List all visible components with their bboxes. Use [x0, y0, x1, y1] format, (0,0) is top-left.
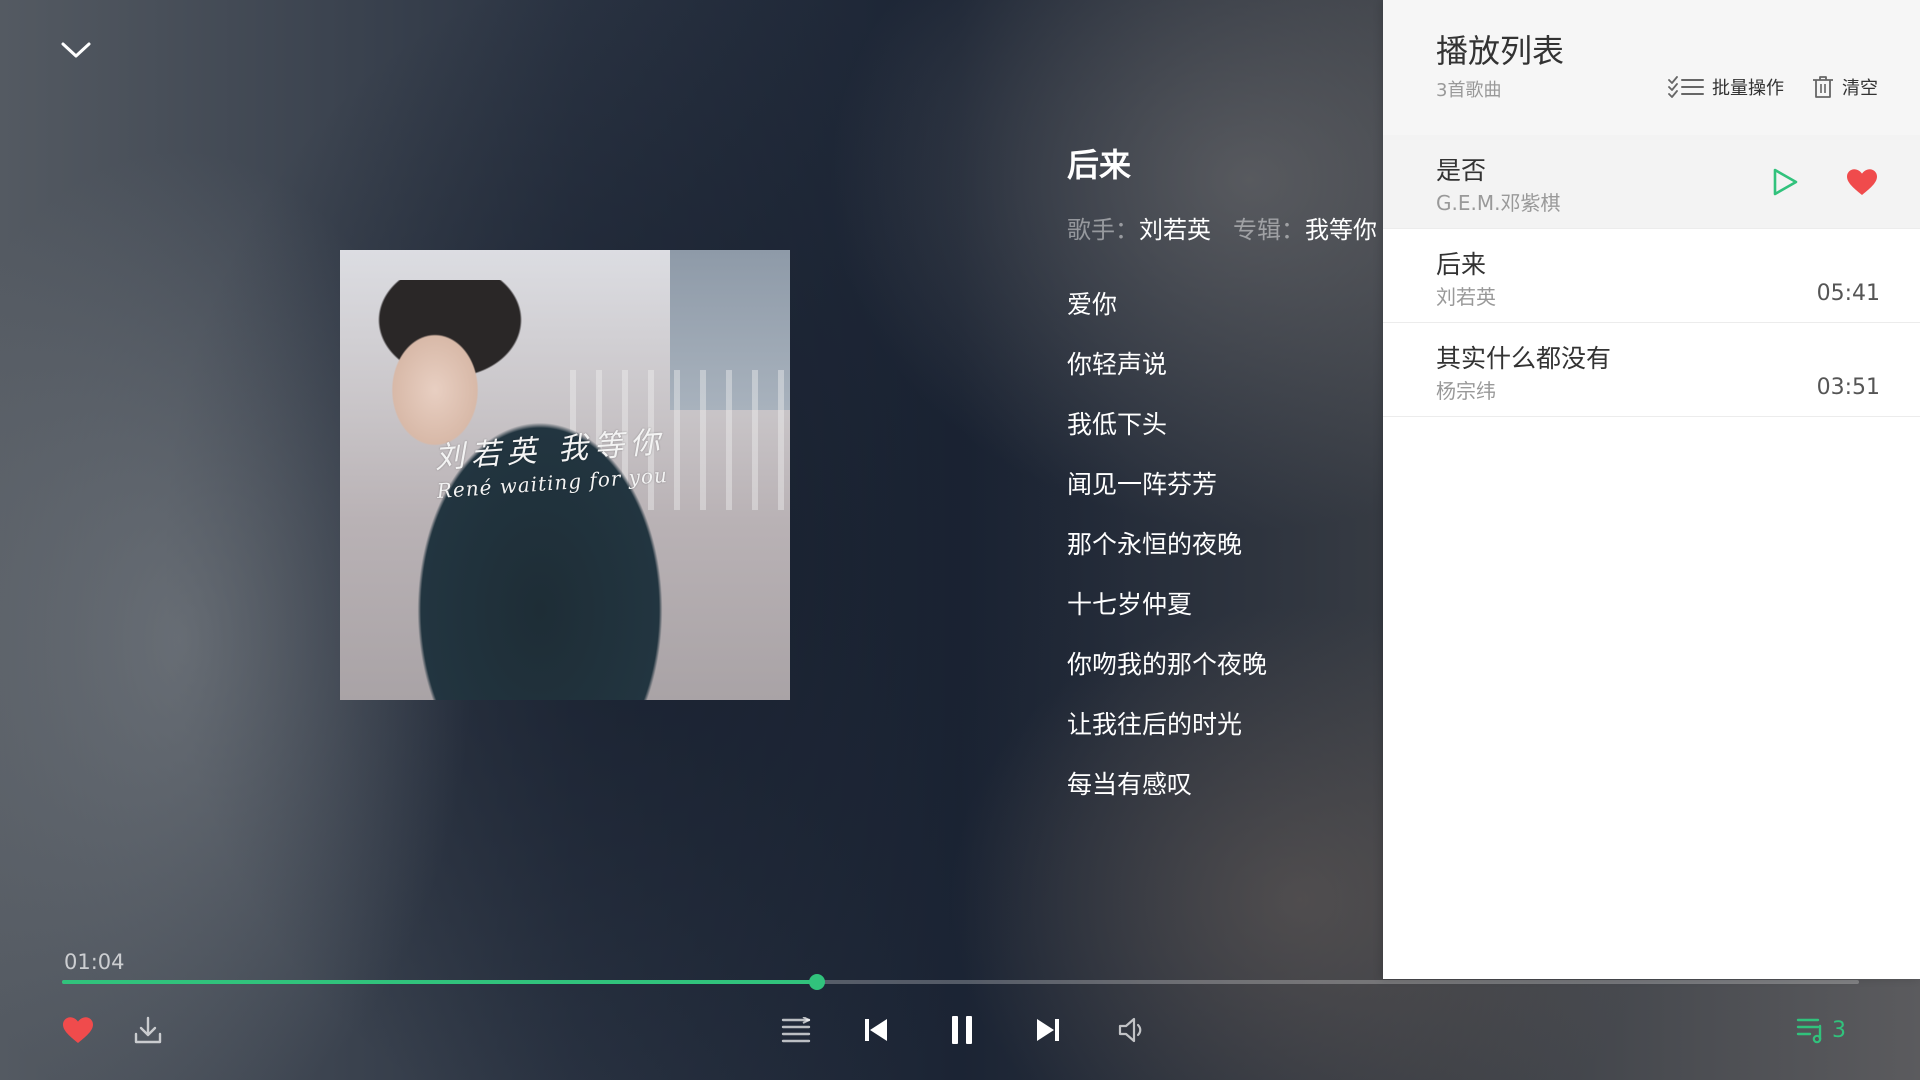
song-info: 后来 歌手：刘若英 专辑：我等你 [1067, 140, 1387, 245]
queue-count: 3 [1832, 1017, 1846, 1043]
lyric-line: 每当有感叹 [1067, 770, 1193, 799]
skip-previous-icon [865, 1019, 887, 1041]
skip-next-icon [1037, 1019, 1059, 1041]
playlist-item-title: 后来 [1436, 250, 1487, 279]
lyric-line: 闻见一阵芬芳 [1067, 470, 1218, 499]
lyric-line: 让我往后的时光 [1067, 710, 1243, 739]
playlist-icon [1796, 1018, 1822, 1044]
lyric-line: 你吻我的那个夜晚 [1067, 650, 1268, 679]
clear-button[interactable]: 清空 [1812, 74, 1878, 100]
progress-handle[interactable] [808, 974, 825, 990]
play-mode-button[interactable] [776, 1010, 816, 1050]
playlist-title: 播放列表 [1436, 32, 1565, 70]
playlist-item-duration: 05:41 [1816, 281, 1880, 306]
progress-bar[interactable] [62, 974, 1859, 990]
playlist-item[interactable]: 后来 刘若英 05:41 [1383, 229, 1920, 323]
playlist-item-artist: 杨宗纬 [1436, 379, 1496, 403]
lyric-line: 爱你 [1067, 290, 1118, 319]
lyric-line: 十七岁仲夏 [1067, 590, 1193, 619]
album-label: 专辑： [1233, 216, 1305, 244]
playlist-item-artist: G.E.M.邓紫棋 [1436, 191, 1561, 215]
artist-label: 歌手： [1067, 216, 1139, 244]
playlist-item[interactable]: 其实什么都没有 杨宗纬 03:51 [1383, 323, 1920, 417]
like-button[interactable] [58, 1010, 98, 1050]
batch-check-icon [1668, 76, 1704, 98]
playlist-item-artist: 刘若英 [1436, 285, 1496, 309]
album-link[interactable]: 我等你 [1305, 216, 1377, 244]
chevron-down-icon [61, 42, 91, 58]
clear-label: 清空 [1842, 78, 1878, 99]
heart-icon [1847, 169, 1877, 195]
playlist-header: 播放列表 3首歌曲 批量操作 清空 [1383, 0, 1920, 135]
playlist-actions: 批量操作 清空 [1668, 74, 1878, 100]
playlist-item-duration: 03:51 [1816, 375, 1880, 400]
previous-button[interactable] [856, 1010, 896, 1050]
list-order-icon [781, 1017, 811, 1043]
playlist-item-title: 其实什么都没有 [1436, 344, 1612, 373]
playlist-item-title: 是否 [1436, 156, 1487, 185]
volume-button[interactable] [1112, 1010, 1152, 1050]
heart-icon [63, 1017, 93, 1043]
play-icon [1773, 168, 1798, 196]
lyric-line: 我低下头 [1067, 410, 1168, 439]
song-title: 后来 [1067, 146, 1132, 184]
volume-icon [1118, 1017, 1142, 1043]
lyrics-panel: 爱你 你轻声说 我低下头 闻见一阵芬芳 那个永恒的夜晚 十七岁仲夏 你吻我的那个… [1067, 285, 1267, 825]
playlist-count: 3首歌曲 [1436, 80, 1502, 101]
next-button[interactable] [1028, 1010, 1068, 1050]
artist-link[interactable]: 刘若英 [1139, 216, 1211, 244]
pause-button[interactable] [938, 1006, 986, 1054]
lyric-line: 你轻声说 [1067, 350, 1168, 379]
trash-icon [1813, 76, 1833, 98]
play-song-button[interactable] [1768, 165, 1802, 199]
download-icon [134, 1016, 162, 1044]
playlist-toggle-button[interactable]: 3 [1796, 1010, 1866, 1050]
playlist-panel: 播放列表 3首歌曲 批量操作 清空 是否 G.E.M.邓紫棋 后来 刘若英 05… [1383, 0, 1920, 979]
collapse-button[interactable] [56, 30, 96, 70]
progress-fill [62, 980, 817, 984]
song-meta: 歌手：刘若英 专辑：我等你 [1067, 210, 1387, 245]
like-song-button[interactable] [1844, 165, 1880, 199]
download-button[interactable] [128, 1010, 168, 1050]
batch-operation-button[interactable]: 批量操作 [1668, 74, 1784, 100]
batch-operation-label: 批量操作 [1712, 78, 1784, 99]
lyric-line: 那个永恒的夜晚 [1067, 530, 1243, 559]
pause-icon [952, 1016, 972, 1044]
current-time: 01:04 [64, 950, 125, 974]
album-cover: 刘若英 我等你 René waiting for you [340, 250, 790, 700]
playlist-item[interactable]: 是否 G.E.M.邓紫棋 [1383, 135, 1920, 229]
